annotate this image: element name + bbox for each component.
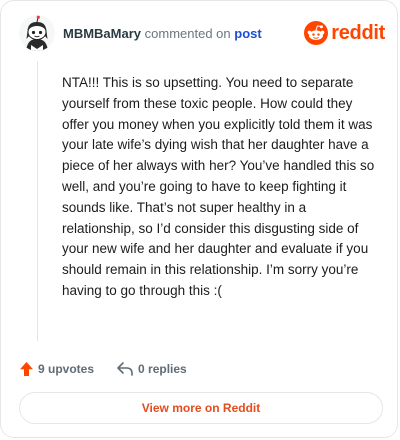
- reddit-wordmark: reddit: [331, 22, 385, 44]
- comment-actions: 9 upvotes 0 replies: [19, 358, 209, 380]
- upvote-button[interactable]: 9 upvotes: [19, 361, 94, 377]
- view-more-button[interactable]: View more on Reddit: [19, 392, 383, 424]
- reddit-comment-embed: MBMBaMary commented on post reddit NTA!!…: [0, 0, 398, 438]
- reply-button[interactable]: 0 replies: [116, 361, 187, 377]
- snoo-avatar-icon: [19, 15, 55, 51]
- reply-count: 0 replies: [138, 362, 187, 376]
- username[interactable]: MBMBaMary: [63, 26, 141, 41]
- comment-header: MBMBaMary commented on post reddit: [19, 15, 385, 51]
- user-avatar[interactable]: [19, 15, 55, 51]
- thread-line: [37, 61, 38, 341]
- comment-body: NTA!!! This is so upsetting. You need to…: [62, 75, 375, 298]
- upvote-count: 9 upvotes: [38, 362, 95, 376]
- reddit-logo[interactable]: reddit: [304, 21, 385, 45]
- reply-arrow-icon: [117, 362, 133, 376]
- upvote-arrow-icon: [20, 362, 33, 376]
- byline-verb: commented on: [144, 26, 231, 41]
- post-link[interactable]: post: [234, 26, 261, 41]
- comment-byline: MBMBaMary commented on post: [63, 26, 262, 42]
- reddit-alien-icon: [304, 21, 329, 45]
